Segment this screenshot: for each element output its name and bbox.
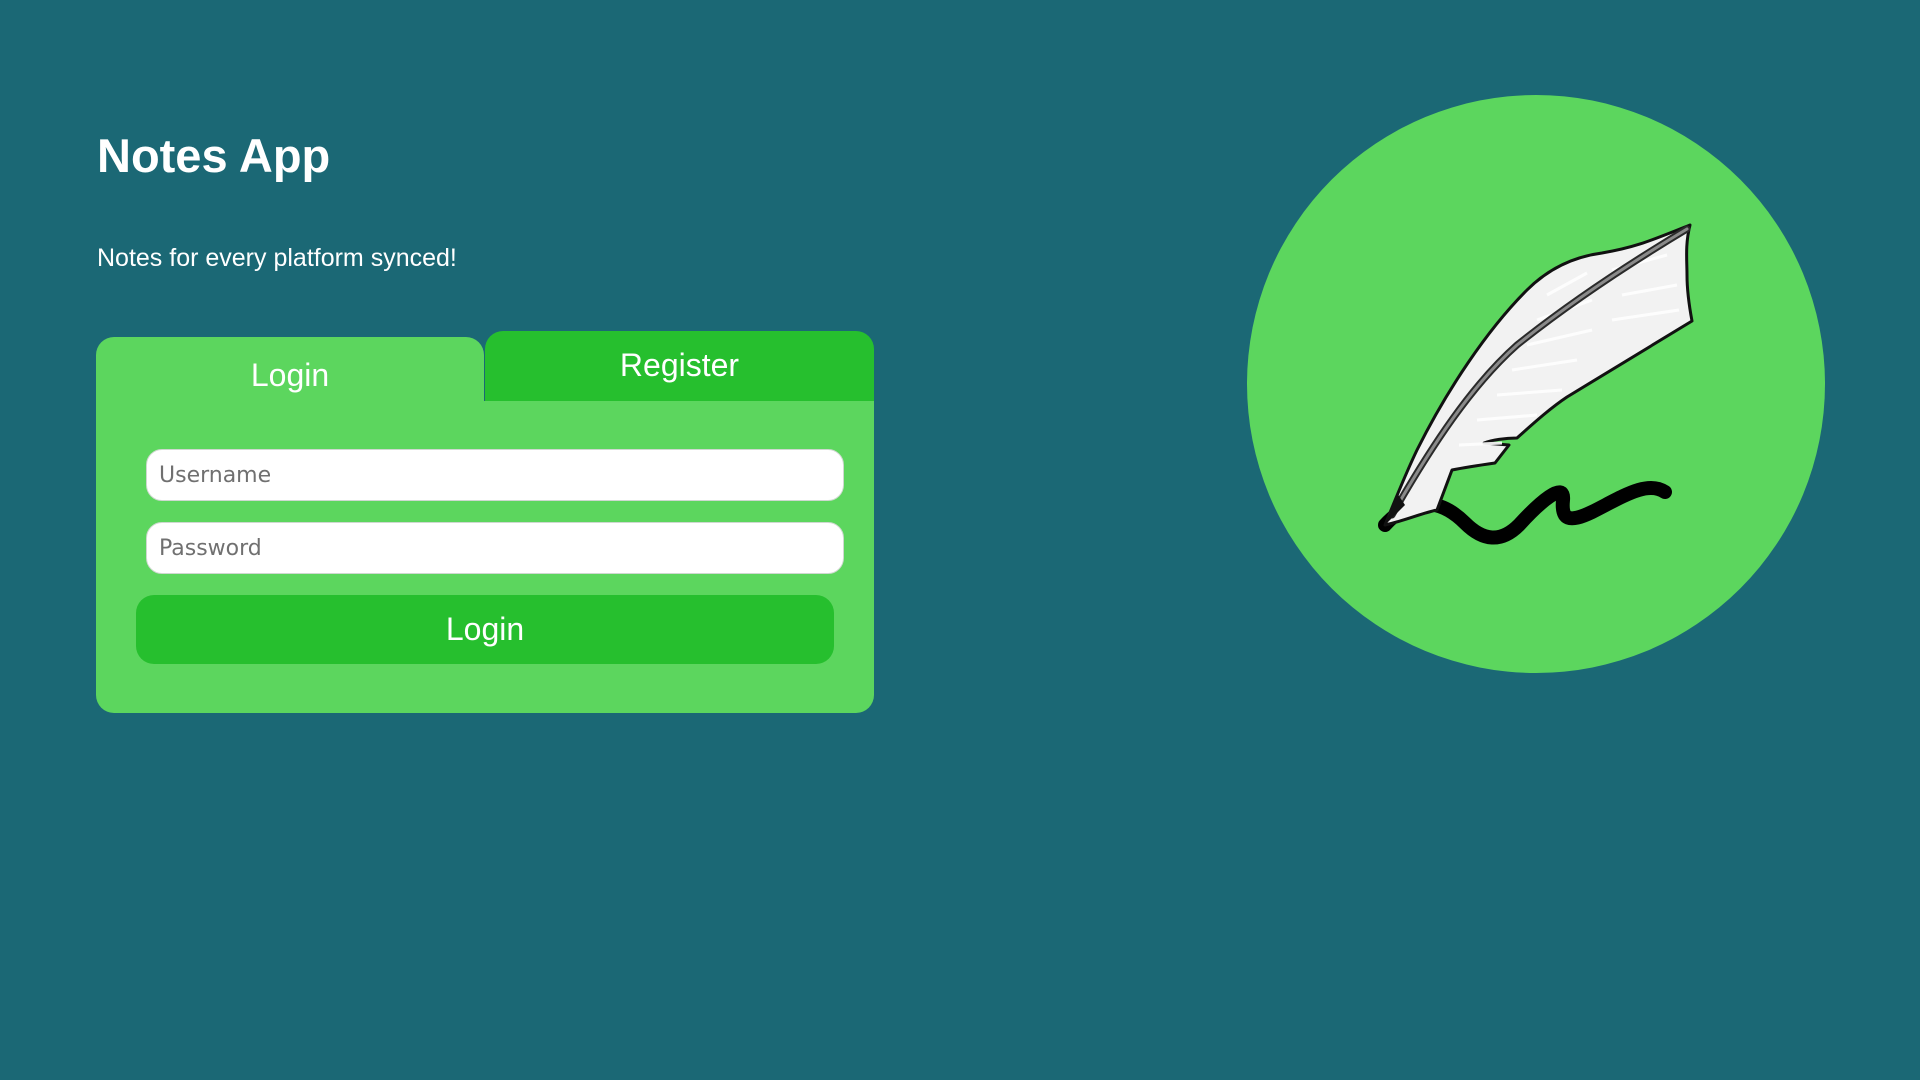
auth-card: Login Register Login [96, 331, 874, 713]
tab-register-label: Register [619, 346, 740, 383]
tab-login-label: Login [250, 356, 330, 393]
login-button[interactable]: Login [136, 595, 834, 664]
login-form: Login [96, 401, 874, 713]
username-input[interactable] [146, 449, 844, 501]
tab-register[interactable]: Register [485, 331, 874, 401]
tab-login[interactable]: Login [96, 337, 484, 407]
app-tagline: Notes for every platform synced! [97, 244, 457, 272]
app-title: Notes App [97, 129, 331, 182]
password-input[interactable] [146, 522, 844, 574]
login-page: Notes App Notes for every platform synce… [0, 0, 1920, 1080]
quill-pen-icon [1247, 95, 1825, 673]
